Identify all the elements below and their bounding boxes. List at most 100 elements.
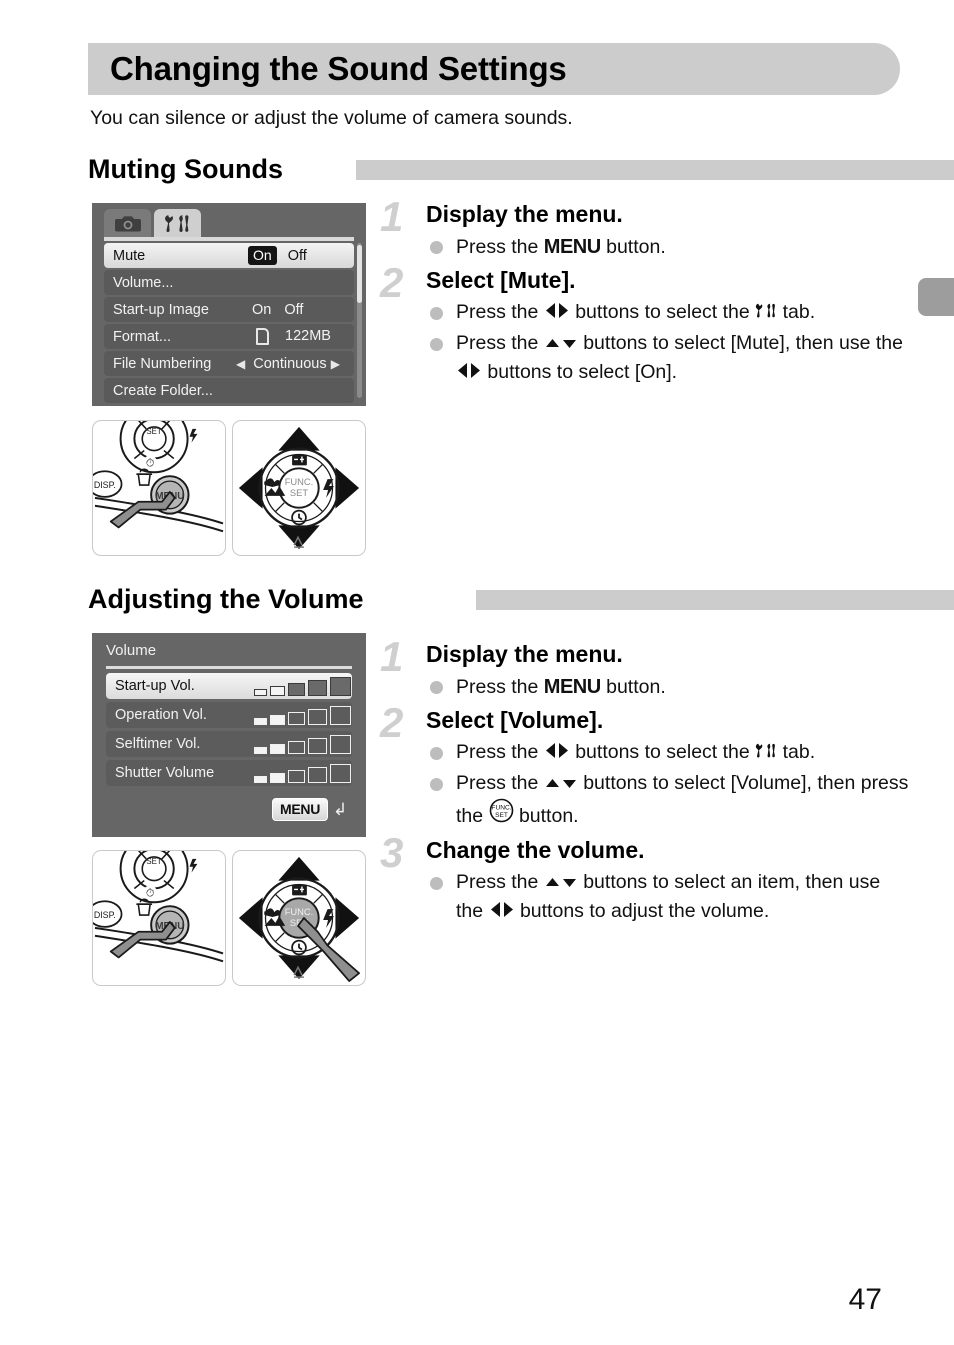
volume-segment [254, 688, 267, 696]
menu-row-create-folder[interactable]: Create Folder... [104, 378, 354, 403]
step-heading: Display the menu. [426, 641, 623, 667]
up-down-arrows-icon [544, 336, 578, 350]
left-right-arrows-icon [489, 901, 515, 918]
step-bullet-list: Press the MENU button. [426, 232, 910, 263]
svg-text:DISP.: DISP. [94, 480, 116, 490]
svg-text:FUNC.: FUNC. [491, 805, 511, 812]
volume-row-selftimer[interactable]: Selftimer Vol. [106, 731, 352, 757]
step-bullet: Press the buttons to select [Mute], then… [426, 329, 910, 388]
menu-tab-underline [104, 237, 354, 241]
menu-button-label[interactable]: MENU [272, 798, 329, 821]
bullet-text-run: buttons to select the [569, 301, 756, 324]
step-heading: Select [Volume]. [426, 707, 604, 734]
menu-row-startup-image[interactable]: Start-up Image On Off [104, 297, 354, 322]
volume-segment [270, 685, 285, 696]
menu-row-label: Create Folder... [113, 382, 213, 399]
step-heading: Select [Mute]. [426, 267, 576, 294]
bullet-text-run: buttons to select [On]. [482, 361, 678, 384]
step-bullet: Press the MENU button. [426, 672, 910, 703]
mute-off-option[interactable]: Off [288, 248, 307, 264]
left-arrow-icon[interactable]: ◀ [236, 357, 245, 371]
startup-off-option[interactable]: Off [284, 302, 303, 318]
volume-segment [308, 737, 327, 754]
instruction-step: 1 Display the menu. Press the MENU button. [380, 636, 910, 703]
up-down-arrows-icon [544, 776, 578, 790]
volume-segment [330, 676, 351, 696]
return-arrow-icon: ↲ [333, 800, 348, 819]
bullet-text-run: tab. [777, 741, 816, 764]
up-down-arrows-icon [544, 875, 578, 889]
volume-row-list: Start-up Vol. Operation Vol. Selftimer V… [106, 673, 352, 789]
menu-row-mute[interactable]: Mute On Off [104, 243, 354, 268]
camera-menu-screenshot: Mute On Off Volume... Start-up Image On … [92, 203, 366, 406]
menu-row-label: Start-up Image [113, 301, 209, 318]
menu-button-glyph: MENU [543, 675, 601, 698]
volume-level-bars[interactable] [254, 734, 351, 754]
section-rule-muting [356, 160, 954, 180]
menu-tab-settings[interactable] [154, 209, 201, 237]
menu-scrollbar-thumb[interactable] [357, 245, 362, 303]
mute-on-option[interactable]: On [248, 246, 277, 265]
menu-row-label: Mute [113, 247, 146, 264]
wrench-tools-icon [755, 302, 777, 319]
wrench-tools-icon [755, 742, 777, 759]
volume-segment [288, 769, 305, 783]
svg-text:SET: SET [495, 812, 508, 819]
step-bullet-list: Press the buttons to select the tab. Pres… [426, 298, 910, 388]
startup-on-option[interactable]: On [252, 302, 271, 318]
step-number: 1 [380, 193, 404, 240]
bullet-text-run: Press the [456, 870, 544, 893]
steps-muting-sounds: 1 Display the menu. Press the MENU button.… [380, 196, 910, 392]
volume-segment [308, 708, 327, 725]
volume-segment [288, 682, 305, 696]
menu-tab-camera[interactable] [104, 209, 151, 237]
func-set-icon: FUNC. SET [489, 798, 514, 823]
photo-menu-button-press: SET ⏱ DISP. MENU [92, 420, 226, 556]
edge-chapter-tab [918, 278, 954, 316]
step-bullet: Press the buttons to select the tab. [426, 738, 910, 768]
volume-segment [330, 734, 351, 754]
menu-row-format[interactable]: Format... 122MB [104, 324, 354, 349]
volume-segment [254, 746, 267, 754]
step-number: 3 [380, 829, 404, 876]
volume-segment [270, 714, 285, 725]
left-right-arrows-icon [544, 742, 570, 759]
section-rule-volume [476, 590, 954, 610]
volume-level-bars[interactable] [254, 676, 351, 696]
bullet-text-run: Press the [456, 331, 544, 354]
camera-icon [114, 215, 141, 232]
volume-return-control[interactable]: MENU ↲ [272, 798, 347, 821]
volume-row-startup[interactable]: Start-up Vol. [106, 673, 352, 699]
bullet-text-run: Press the [456, 771, 544, 794]
photo-menu-button-press-2: SET ⏱ DISP. MENU [92, 850, 226, 986]
bullet-text-run: Press the [456, 741, 544, 764]
intro-text: You can silence or adjust the volume of … [90, 107, 573, 129]
photo-dpad-func-set-press: FUNC. SET [232, 850, 366, 986]
right-arrow-icon[interactable]: ▶ [331, 357, 340, 371]
menu-row-file-numbering[interactable]: File Numbering ◀ Continuous ▶ [104, 351, 354, 376]
volume-screen-title: Volume [106, 642, 157, 659]
svg-text:FUNC.: FUNC. [285, 907, 314, 917]
svg-text:⏱: ⏱ [146, 457, 154, 469]
volume-segment [288, 740, 305, 754]
section-title-volume: Adjusting the Volume [88, 584, 364, 614]
volume-level-bars[interactable] [254, 705, 351, 725]
page-title-bar: Changing the Sound Settings [88, 43, 900, 95]
bullet-text-run: button. [513, 805, 579, 828]
step-number: 2 [380, 259, 404, 307]
menu-button-glyph: MENU [543, 235, 601, 258]
volume-level-bars[interactable] [254, 763, 351, 783]
page-number: 47 [848, 1283, 882, 1316]
menu-row-volume[interactable]: Volume... [104, 270, 354, 295]
svg-text:SET: SET [146, 857, 162, 866]
memory-card-icon [256, 328, 269, 345]
menu-row-list: Mute On Off Volume... Start-up Image On … [104, 243, 354, 405]
left-right-arrows-icon [544, 302, 570, 319]
volume-row-shutter[interactable]: Shutter Volume [106, 760, 352, 786]
volume-segment [270, 743, 285, 754]
file-numbering-value: Continuous [253, 355, 327, 372]
volume-row-label: Operation Vol. [115, 707, 207, 723]
bullet-text-run: Press the [456, 235, 544, 258]
volume-row-operation[interactable]: Operation Vol. [106, 702, 352, 728]
svg-text:SET: SET [290, 488, 308, 498]
